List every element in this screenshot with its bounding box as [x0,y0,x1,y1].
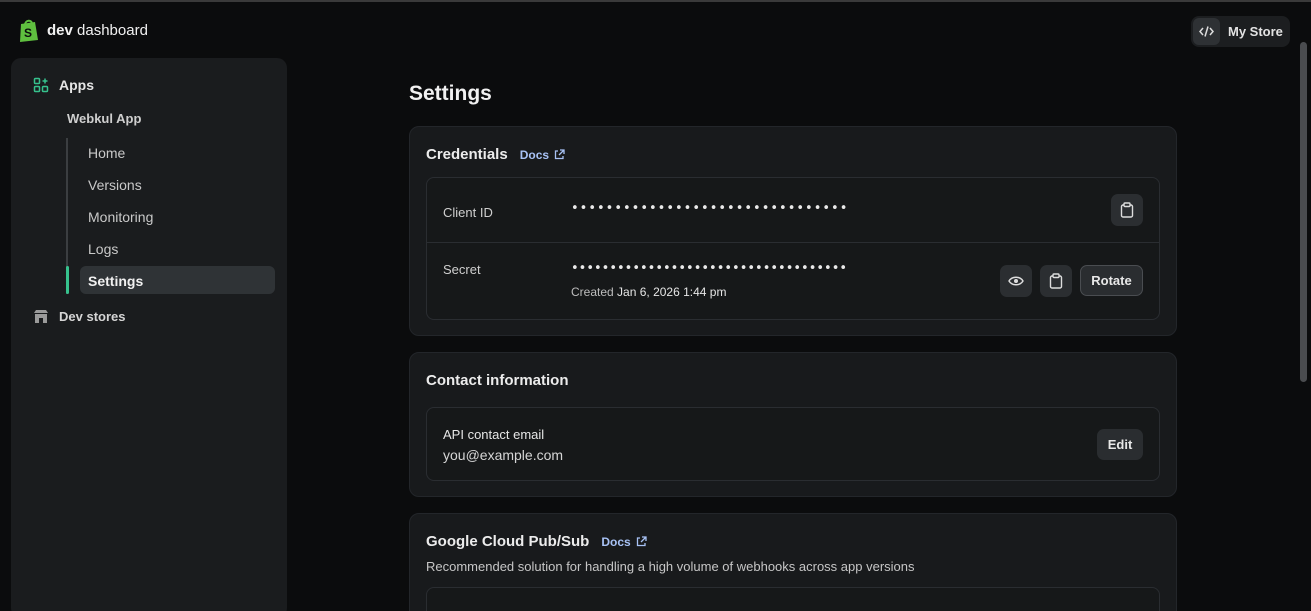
store-switcher-button[interactable]: My Store [1191,16,1290,47]
brand-rest: dashboard [72,22,148,39]
sidebar: Apps Webkul App Home Versions Monitoring… [11,58,287,611]
client-id-label: Client ID [443,205,493,220]
client-id-value: •••••••••••••••••••••••••••••••• [571,201,849,216]
sidebar-item-settings[interactable]: Settings [88,273,143,289]
api-email-value: you@example.com [443,447,564,463]
sidebar-item-app-name[interactable]: Webkul App [67,111,141,126]
contact-card: Contact information API contact email yo… [409,352,1177,497]
credentials-card: Credentials Docs Client ID •••••••••••••… [409,126,1177,336]
sidebar-item-versions[interactable]: Versions [88,177,142,193]
brand-bold: dev [47,22,73,39]
created-date: Jan 6, 2026 1:44 pm [617,285,727,299]
apps-icon [33,77,49,93]
top-bar: S dev dashboard My Store [0,0,1311,58]
sidebar-item-dev-stores[interactable]: Dev stores [33,309,125,324]
created-prefix: Created [571,285,614,299]
brand-logo[interactable]: S dev dashboard [18,18,148,43]
sidebar-item-monitoring[interactable]: Monitoring [88,209,153,225]
page-scrollbar-thumb[interactable] [1300,42,1307,382]
rotate-button[interactable]: Rotate [1080,265,1143,296]
pubsub-card: Google Cloud Pub/Sub Docs Recommended so… [409,513,1177,611]
sidebar-item-home[interactable]: Home [88,145,125,161]
api-email-label: API contact email [443,427,545,442]
page-title: Settings [409,82,492,105]
apps-label: Apps [59,77,94,93]
eye-icon [1008,276,1024,286]
pubsub-docs-link[interactable]: Docs [601,535,647,549]
svg-text:S: S [24,26,32,40]
secret-value: •••••••••••••••••••••••••••••••••••• [571,261,848,276]
contact-title: Contact information [426,372,569,389]
credentials-box: Client ID ••••••••••••••••••••••••••••••… [426,177,1160,320]
external-link-icon [636,536,647,547]
store-icon [34,310,48,323]
edit-email-button[interactable]: Edit [1097,429,1143,460]
pubsub-box [426,587,1160,611]
row-divider [427,242,1159,243]
active-indicator [66,266,69,294]
external-link-icon [554,149,565,160]
app-name-label: Webkul App [67,111,142,126]
pubsub-description: Recommended solution for handling a high… [426,559,915,574]
sidebar-item-logs[interactable]: Logs [88,241,118,257]
shopify-bag-icon: S [20,19,38,42]
pubsub-title: Google Cloud Pub/Sub [426,533,590,550]
code-icon [1193,18,1220,45]
copy-secret-button[interactable] [1040,265,1072,297]
reveal-secret-button[interactable] [1000,265,1032,297]
store-label: My Store [1228,24,1283,39]
clipboard-icon [1120,202,1134,218]
credentials-docs-link[interactable]: Docs [520,148,565,162]
copy-client-id-button[interactable] [1111,194,1143,226]
clipboard-icon [1049,273,1063,289]
secret-label: Secret [443,262,481,277]
dev-stores-label: Dev stores [59,309,126,324]
contact-box: API contact email you@example.com Edit [426,407,1160,481]
credentials-title: Credentials [426,146,508,163]
sidebar-item-apps[interactable]: Apps [33,77,94,93]
